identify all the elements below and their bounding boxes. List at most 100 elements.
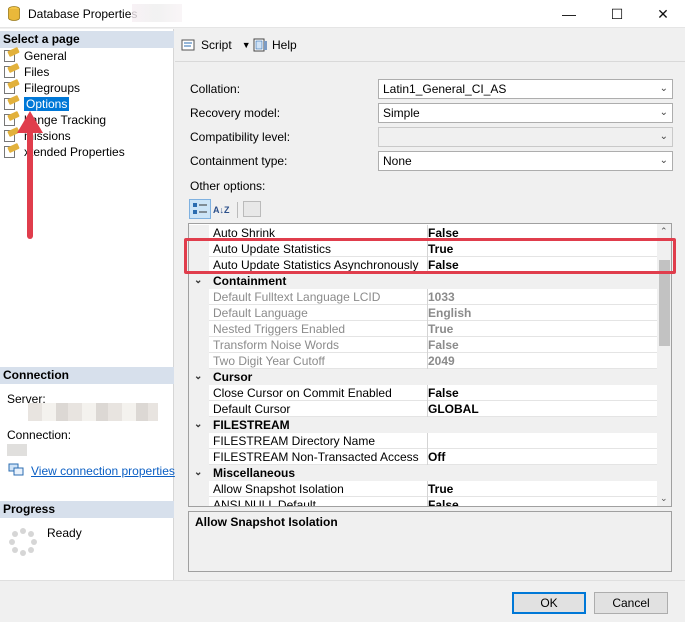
chevron-down-icon: ⌄	[659, 131, 668, 142]
collation-combo[interactable]: Latin1_General_CI_AS ⌄	[378, 79, 673, 99]
page-item-label: Files	[24, 65, 50, 79]
connection-label: Connection:	[7, 428, 72, 442]
grid-property-value[interactable]: Off	[427, 449, 657, 465]
toolbar	[175, 30, 685, 62]
grid-category-name: Cursor	[213, 370, 253, 384]
other-options-label: Other options:	[190, 179, 266, 193]
recovery-model-label: Recovery model:	[190, 106, 281, 120]
containment-type-combo[interactable]: None ⌄	[378, 151, 673, 171]
page-wrench-icon	[3, 46, 20, 63]
redacted-area	[132, 4, 182, 22]
categorized-icon	[193, 203, 207, 214]
page-item-3[interactable]: Options	[3, 94, 70, 112]
grid-category-row[interactable]: ⌄ Containment	[189, 273, 657, 289]
grid-property-value[interactable]	[427, 433, 657, 449]
grid-property-name: Default Cursor	[213, 402, 291, 416]
chevron-down-icon: ⌄	[659, 107, 668, 118]
grid-property-row[interactable]: Transform Noise Words False	[189, 337, 657, 353]
chevron-down-icon: ⌄	[659, 83, 668, 94]
connection-value-redacted	[7, 444, 27, 456]
collapse-chevron-icon[interactable]: ⌄	[194, 275, 202, 286]
scroll-down-icon[interactable]: ⌄	[660, 493, 668, 504]
collation-label: Collation:	[190, 82, 241, 96]
grid-property-value[interactable]: False	[427, 385, 657, 401]
connection-properties-icon	[8, 463, 24, 476]
grid-property-row[interactable]: Default Language English	[189, 305, 657, 321]
grid-property-value[interactable]: 1033	[427, 289, 657, 305]
grid-row-gutter	[189, 337, 209, 353]
ok-button[interactable]: OK	[512, 592, 586, 614]
grid-category-row[interactable]: ⌄ FILESTREAM	[189, 417, 657, 433]
page-wrench-icon	[3, 78, 20, 95]
grid-property-row[interactable]: Close Cursor on Commit Enabled False	[189, 385, 657, 401]
grid-property-row[interactable]: Allow Snapshot Isolation True	[189, 481, 657, 497]
grid-property-value[interactable]: True	[427, 481, 657, 497]
grid-property-value[interactable]: False	[427, 497, 657, 506]
minimize-button[interactable]: —	[546, 0, 592, 28]
collapse-chevron-icon[interactable]: ⌄	[194, 419, 202, 430]
page-item-1[interactable]: Files	[3, 62, 50, 80]
script-icon	[181, 39, 195, 51]
alphabetical-sort-button[interactable]: A↓Z	[213, 201, 233, 219]
grid-property-name: Two Digit Year Cutoff	[213, 354, 325, 368]
grid-category-row[interactable]: ⌄ Miscellaneous	[189, 465, 657, 481]
close-button[interactable]: ✕	[640, 0, 685, 28]
collapse-chevron-icon[interactable]: ⌄	[194, 371, 202, 382]
annotation-highlight-box	[184, 238, 676, 274]
annotation-arrow-icon	[17, 111, 43, 239]
collation-value: Latin1_General_CI_AS	[383, 82, 507, 96]
scroll-up-icon[interactable]: ⌃	[660, 226, 668, 237]
page-wrench-icon	[3, 62, 20, 79]
grid-property-row[interactable]: Default Cursor GLOBAL	[189, 401, 657, 417]
database-icon	[8, 6, 20, 21]
grid-property-name: Transform Noise Words	[213, 338, 340, 352]
grid-property-row[interactable]: FILESTREAM Non-Transacted Access Off	[189, 449, 657, 465]
grid-property-value[interactable]: GLOBAL	[427, 401, 657, 417]
grid-property-row[interactable]: Two Digit Year Cutoff 2049	[189, 353, 657, 369]
grid-category-row[interactable]: ⌄ Cursor	[189, 369, 657, 385]
chevron-down-icon[interactable]: ▼	[242, 40, 251, 50]
containment-type-label: Containment type:	[190, 154, 288, 168]
grid-property-row[interactable]: Default Fulltext Language LCID 1033	[189, 289, 657, 305]
grid-property-row[interactable]: FILESTREAM Directory Name	[189, 433, 657, 449]
page-wrench-icon	[3, 94, 20, 111]
connection-header: Connection	[0, 367, 174, 384]
help-button[interactable]: Help	[253, 38, 297, 52]
grid-row-gutter	[189, 385, 209, 401]
grid-property-name: FILESTREAM Directory Name	[213, 434, 376, 448]
grid-property-name: Close Cursor on Commit Enabled	[213, 386, 392, 400]
script-button[interactable]: Script ▼	[181, 38, 251, 52]
grid-property-row[interactable]: ANSI NULL Default False	[189, 497, 657, 507]
grid-row-gutter	[189, 401, 209, 417]
grid-row-gutter	[189, 321, 209, 337]
grid-property-value[interactable]: 2049	[427, 353, 657, 369]
page-item-label: General	[24, 49, 67, 63]
progress-header: Progress	[0, 501, 174, 518]
grid-property-value[interactable]: English	[427, 305, 657, 321]
page-item-0[interactable]: General	[3, 46, 67, 64]
grid-property-name: ANSI NULL Default	[213, 498, 316, 507]
grid-property-name: Allow Snapshot Isolation	[213, 482, 344, 496]
script-label: Script	[201, 38, 232, 52]
window-title: Database Properties	[28, 7, 138, 21]
collapse-chevron-icon[interactable]: ⌄	[194, 467, 202, 478]
grid-property-value[interactable]: True	[427, 321, 657, 337]
property-description: Allow Snapshot Isolation	[188, 511, 672, 572]
grid-row-gutter	[189, 497, 209, 506]
page-item-label: Options	[24, 97, 70, 111]
categorized-view-button[interactable]	[189, 199, 211, 219]
property-pages-icon[interactable]	[243, 201, 261, 217]
view-connection-properties-link[interactable]: View connection properties	[31, 464, 175, 478]
maximize-button[interactable]: ☐	[594, 0, 640, 28]
grid-property-name: Default Fulltext Language LCID	[213, 290, 381, 304]
title-bar: Database Properties — ☐ ✕	[0, 0, 685, 28]
cancel-button[interactable]: Cancel	[594, 592, 668, 614]
grid-property-value[interactable]: False	[427, 337, 657, 353]
containment-type-value: None	[383, 154, 412, 168]
page-item-2[interactable]: Filegroups	[3, 78, 80, 96]
grid-property-row[interactable]: Nested Triggers Enabled True	[189, 321, 657, 337]
recovery-model-combo[interactable]: Simple ⌄	[378, 103, 673, 123]
toolbar-divider	[237, 202, 238, 218]
compatibility-level-combo[interactable]: ⌄	[378, 127, 673, 147]
grid-row-gutter	[189, 305, 209, 321]
